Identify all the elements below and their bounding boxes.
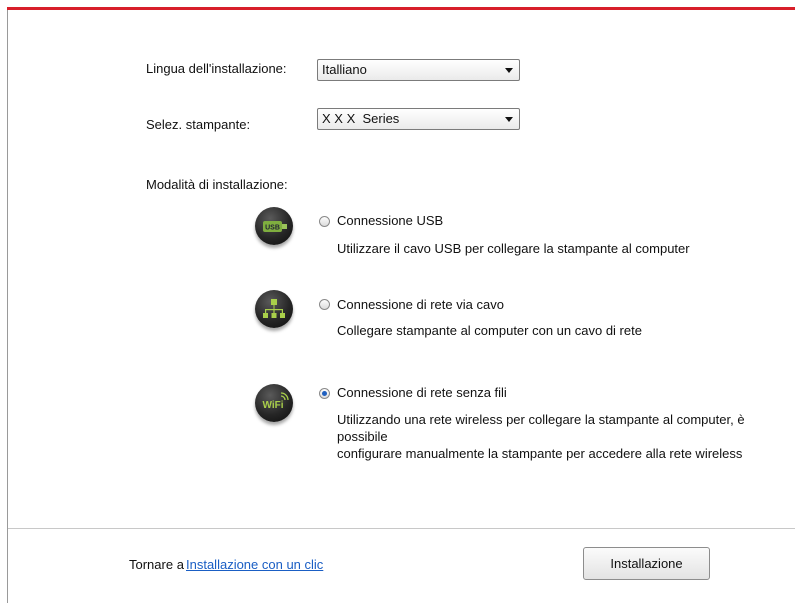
option-usb-description: Utilizzare il cavo USB per collegare la … [337,241,690,256]
install-mode-label: Modalità di installazione: [146,177,288,192]
usb-icon: USB [255,207,293,245]
radio-wireless[interactable] [319,388,330,399]
radio-wired[interactable] [319,299,330,310]
radio-usb[interactable] [319,216,330,227]
one-click-install-link[interactable]: Installazione con un clic [186,557,323,572]
return-text: Tornare a [129,557,184,572]
option-wireless-description-line1: Utilizzando una rete wireless per colleg… [337,412,745,444]
footer-separator [8,528,795,529]
printer-label: Selez. stampante: [146,117,251,132]
option-wireless-description: Utilizzando una rete wireless per colleg… [337,411,787,462]
option-usb-title: Connessione USB [337,213,444,228]
language-select[interactable]: Italliano [317,59,520,81]
option-wired-description: Collegare stampante al computer con un c… [337,323,642,338]
option-wireless-title: Connessione di rete senza fili [337,385,507,400]
option-wired-title: Connessione di rete via cavo [337,297,504,312]
chevron-down-icon [505,68,513,73]
language-label: Lingua dell'installazione: [146,61,287,76]
wired-network-icon [255,290,293,328]
svg-text:USB: USB [265,225,280,232]
top-accent-bar [7,7,795,10]
printer-select[interactable]: X X X Series [317,108,520,130]
chevron-down-icon [505,117,513,122]
language-select-value: Italliano [322,62,367,77]
install-button[interactable]: Installazione [583,547,710,580]
printer-select-value: X X X Series [322,111,400,126]
option-wireless-description-line2: configurare manualmente la stampante per… [337,446,743,461]
wifi-icon: WiFi [255,384,293,422]
svg-text:WiFi: WiFi [262,400,283,411]
